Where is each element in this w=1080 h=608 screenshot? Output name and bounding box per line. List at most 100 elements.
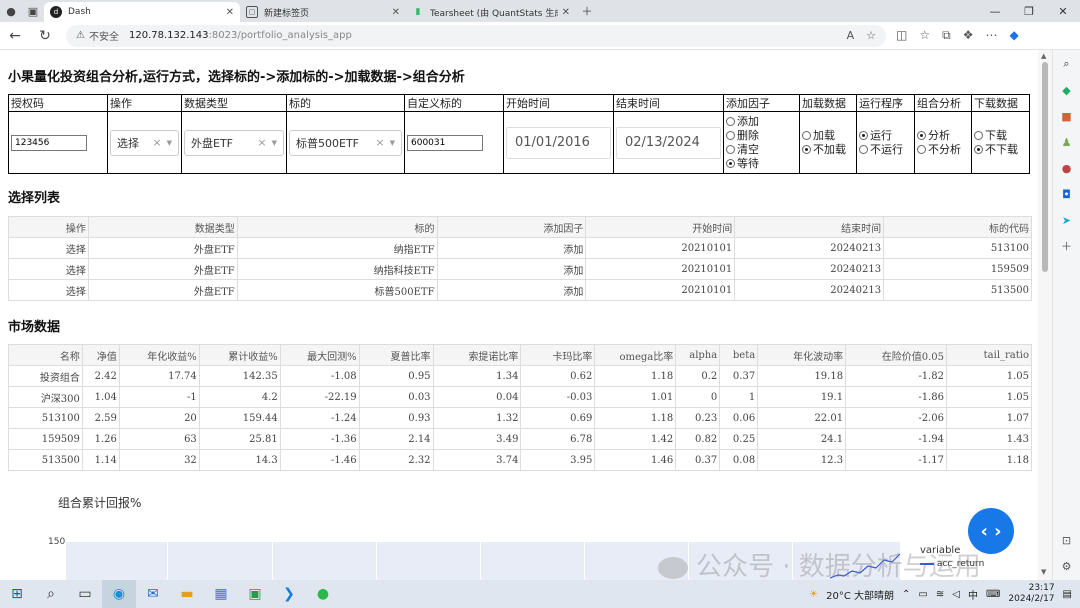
favorite-star-icon[interactable]: ☆ — [866, 29, 876, 42]
scroll-up-icon[interactable]: ▲ — [1041, 52, 1046, 60]
screenshot-icon[interactable]: ⊡ — [1059, 532, 1075, 548]
start-date-picker[interactable]: 01/01/2016 — [506, 126, 611, 159]
factor-option-wait[interactable]: 等待 — [726, 157, 797, 170]
office-icon[interactable]: ● — [1059, 160, 1075, 176]
analysis-option-analyze[interactable]: 分析 — [917, 129, 969, 142]
clear-icon[interactable]: × — [375, 136, 384, 149]
factor-option-add[interactable]: 添加 — [726, 115, 797, 128]
page-scrollbar[interactable]: ▲ ▼ — [1038, 50, 1052, 580]
vscode-icon[interactable]: ❯ — [272, 580, 306, 608]
add-sidebar-icon[interactable]: ＋ — [1059, 238, 1075, 254]
app-icon[interactable]: ▣ — [238, 580, 272, 608]
read-aloud-icon[interactable]: A — [847, 29, 855, 42]
ime-mode-icon[interactable]: ⌨ — [986, 589, 1000, 600]
custom-symbol-input[interactable] — [407, 134, 483, 151]
code-toggle-button[interactable]: ‹ › — [968, 508, 1014, 554]
auth-code-input[interactable] — [11, 134, 87, 151]
close-window-icon[interactable]: ✕ — [1046, 0, 1080, 22]
tab-actions-icon[interactable]: ▣ — [22, 0, 44, 22]
table-cell: 0.03 — [358, 386, 434, 408]
wechat-icon[interactable]: ● — [306, 580, 340, 608]
close-tab-icon[interactable]: ✕ — [392, 7, 400, 18]
column-header: alpha — [675, 344, 721, 366]
run-option-run[interactable]: 运行 — [859, 129, 912, 142]
games-icon[interactable]: ♟ — [1059, 134, 1075, 150]
shopping-icon[interactable]: ◆ — [1059, 82, 1075, 98]
table-cell: 3.95 — [520, 449, 596, 471]
tab-dash[interactable]: d Dash ✕ — [44, 2, 240, 22]
tray-expand-icon[interactable]: ⌃ — [902, 589, 910, 600]
tab-new-tab[interactable]: ▢ 新建标签页 ✕ — [240, 2, 406, 22]
profile-icon[interactable]: ● — [0, 0, 22, 22]
header-download-data: 下载数据 — [971, 94, 1030, 112]
scroll-down-icon[interactable]: ▼ — [1041, 568, 1046, 576]
favorites-icon[interactable]: ☆ — [919, 28, 930, 43]
market-data-heading: 市场数据 — [8, 320, 61, 335]
weather-text[interactable]: 20°C 大部晴朗 — [826, 587, 894, 602]
analysis-option-no-analyze[interactable]: 不分析 — [917, 143, 969, 156]
outlook-icon[interactable]: ◘ — [1059, 186, 1075, 202]
tab-tearsheet[interactable]: ▮ Tearsheet (由 QuantStats 生成) ✕ — [406, 2, 576, 22]
collections-icon[interactable]: ⧉ — [942, 28, 951, 43]
system-tray: ☀ 20°C 大部晴朗 ⌃ ▭ ≋ ◁ 中 ⌨ 23:17 2024/2/17 … — [809, 583, 1080, 605]
volume-icon[interactable]: ◁ — [952, 589, 960, 600]
search-icon[interactable]: ⌕ — [1059, 56, 1075, 72]
table-cell: 0.25 — [719, 428, 759, 450]
weather-icon: ☀ — [809, 588, 819, 600]
tools-icon[interactable]: ■ — [1059, 108, 1075, 124]
factor-option-clear[interactable]: 清空 — [726, 143, 797, 156]
table-cell: 2.42 — [81, 365, 120, 387]
restore-icon[interactable]: ❐ — [1012, 0, 1046, 22]
clear-icon[interactable]: × — [152, 136, 161, 149]
extensions-icon[interactable]: ❖ — [963, 28, 974, 43]
notification-icon[interactable]: ▤ — [1063, 589, 1072, 600]
new-tab-plus-icon[interactable]: ＋ — [576, 0, 598, 22]
clear-icon[interactable]: × — [257, 136, 266, 149]
file-explorer-icon[interactable]: ▬ — [170, 580, 204, 608]
table-cell: -1.17 — [845, 449, 947, 471]
table-cell: -1.86 — [845, 386, 947, 408]
mail-icon[interactable]: ✉ — [136, 580, 170, 608]
reload-icon[interactable]: ↻ — [30, 22, 60, 50]
table-cell: -0.03 — [520, 386, 596, 408]
table-cell: 3.74 — [432, 449, 522, 471]
search-icon[interactable]: ⌕ — [34, 580, 68, 608]
data-type-dropdown[interactable]: 外盘ETF × ▼ — [184, 129, 284, 156]
table-cell: 1.05 — [945, 386, 1033, 408]
split-screen-icon[interactable]: ◫ — [896, 28, 907, 43]
url-bar[interactable]: ⚠ 不安全 120.78.132.143:8023/portfolio_anal… — [66, 24, 886, 47]
edge-sidebar: ⌕ ◆ ■ ♟ ● ◘ ➤ ＋ ⊡ ⚙ — [1052, 50, 1080, 580]
windows-start-icon[interactable]: ⊞ — [0, 580, 34, 608]
wifi-icon[interactable]: ≋ — [936, 589, 944, 600]
ime-indicator[interactable]: 中 — [968, 587, 978, 602]
send-icon[interactable]: ➤ — [1059, 212, 1075, 228]
table-cell: 1.14 — [81, 449, 120, 471]
clock[interactable]: 23:17 2024/2/17 — [1008, 583, 1054, 605]
header-start-date: 开始时间 — [503, 94, 614, 112]
table-cell: 159.44 — [198, 407, 281, 429]
load-option-no-load[interactable]: 不加载 — [802, 143, 854, 156]
symbol-dropdown[interactable]: 标普500ETF × ▼ — [289, 129, 402, 156]
radio-icon — [802, 131, 811, 140]
task-view-icon[interactable]: ▭ — [68, 580, 102, 608]
store-icon[interactable]: ▦ — [204, 580, 238, 608]
download-option-no-download[interactable]: 不下载 — [974, 143, 1027, 156]
close-tab-icon[interactable]: ✕ — [562, 7, 570, 18]
close-tab-icon[interactable]: ✕ — [226, 7, 234, 18]
copilot-icon[interactable]: ◆ — [1009, 28, 1018, 43]
column-header: 索提诺比率 — [432, 344, 522, 366]
network-icon[interactable]: ▭ — [918, 589, 927, 600]
back-arrow-icon[interactable]: ← — [0, 22, 30, 50]
factor-option-delete[interactable]: 删除 — [726, 129, 797, 142]
operation-dropdown[interactable]: 选择 × ▼ — [110, 129, 179, 156]
settings-gear-icon[interactable]: ⚙ — [1059, 558, 1075, 574]
edge-browser-icon[interactable]: ◉ — [102, 580, 136, 608]
load-option-load[interactable]: 加载 — [802, 129, 854, 142]
more-options-icon[interactable]: ⋯ — [985, 28, 997, 43]
scrollbar-thumb[interactable] — [1042, 62, 1048, 272]
run-option-no-run[interactable]: 不运行 — [859, 143, 912, 156]
minimize-icon[interactable]: — — [978, 0, 1012, 22]
end-date-picker[interactable]: 02/13/2024 — [616, 126, 721, 159]
market-data-table: 名称 净值 年化收益% 累计收益% 最大回测% 夏普比率 索提诺比率 卡玛比率 … — [8, 344, 1033, 471]
download-option-download[interactable]: 下载 — [974, 129, 1027, 142]
